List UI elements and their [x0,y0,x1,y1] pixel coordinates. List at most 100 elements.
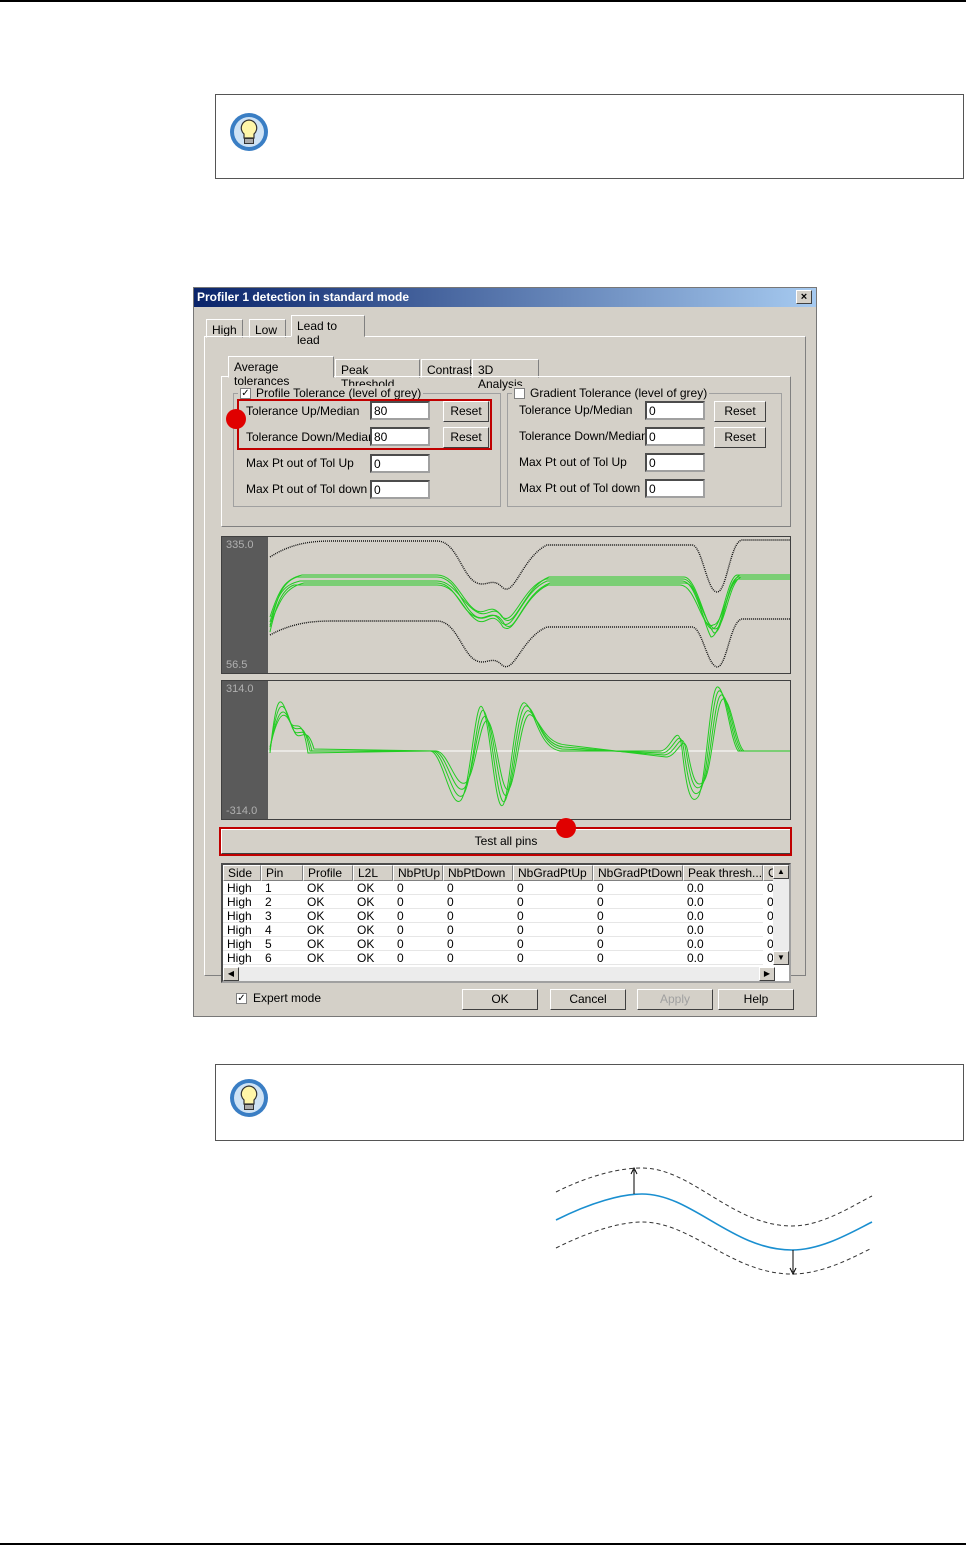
gradient-max-up-input[interactable]: 0 [645,453,705,472]
table-cell[interactable]: 0 [513,937,597,951]
table-header-cell[interactable]: Profile [303,865,353,881]
table-header-cell[interactable]: Pin [261,865,303,881]
table-cell[interactable]: OK [353,909,397,923]
profile-max-down-label: Max Pt out of Tol down [246,482,368,496]
table-cell[interactable]: 0 [443,881,517,895]
table-cell[interactable]: 0 [443,909,517,923]
table-cell[interactable]: 0.0 [683,895,767,909]
profile-max-up-input[interactable]: 0 [370,454,430,473]
expert-mode-option[interactable]: ✓ Expert mode [236,991,321,1005]
table-header-cell[interactable]: L2L [353,865,393,881]
table-cell[interactable]: 0 [513,881,597,895]
table-cell[interactable]: OK [353,937,397,951]
gradient-plot: 314.0 -314.0 [221,680,791,820]
scroll-left-icon[interactable]: ◀ [223,967,239,981]
table-cell[interactable]: 0 [393,895,447,909]
table-cell[interactable]: OK [303,937,357,951]
table-cell[interactable]: OK [353,923,397,937]
results-table[interactable]: Side Pin Profile L2L NbPtUp NbPtDown NbGradPtU… [221,863,791,983]
table-cell[interactable]: High [223,951,265,965]
table-header-cell[interactable]: NbPtUp [393,865,443,881]
table-cell[interactable]: 0.0 [683,909,767,923]
gradient-tol-up-reset-button[interactable]: Reset [714,401,766,422]
gradient-tolerance-checkbox[interactable] [514,387,525,399]
table-cell[interactable]: High [223,895,265,909]
table-cell[interactable]: 0.0 [683,951,767,965]
table-header-cell[interactable]: Side [223,865,261,881]
table-cell[interactable]: 0 [443,937,517,951]
table-cell[interactable]: 0 [393,909,447,923]
tab-average-tolerances[interactable]: Average tolerances [228,356,334,388]
vertical-scrollbar[interactable]: ▲ ▼ [773,865,789,965]
gradient-tol-up-input[interactable]: 0 [645,401,705,420]
table-cell[interactable]: 0 [393,937,447,951]
table-cell[interactable]: 0 [513,895,597,909]
table-cell[interactable]: 0 [443,895,517,909]
table-cell[interactable]: 0 [593,951,687,965]
tab-lead-to-lead[interactable]: Lead to lead [291,315,365,347]
table-cell[interactable]: OK [303,895,357,909]
table-cell[interactable]: 0 [593,895,687,909]
apply-button[interactable]: Apply [637,989,713,1010]
table-cell[interactable]: OK [303,923,357,937]
table-cell[interactable]: OK [353,895,397,909]
table-cell[interactable]: 5 [261,937,307,951]
gradient-max-up-label: Max Pt out of Tol Up [519,455,627,469]
tolerance-highlight-box [237,399,492,450]
help-button[interactable]: Help [718,989,794,1010]
gradient-tol-down-input[interactable]: 0 [645,427,705,446]
table-cell[interactable]: 0.0 [683,881,767,895]
table-cell[interactable]: OK [303,881,357,895]
cancel-button[interactable]: Cancel [550,989,626,1010]
table-cell[interactable]: 0.0 [683,937,767,951]
table-cell[interactable]: OK [353,881,397,895]
table-cell[interactable]: 0 [513,909,597,923]
table-cell[interactable]: 0 [513,923,597,937]
table-cell[interactable]: OK [353,951,397,965]
table-header-cell[interactable]: NbGradPtDown [593,865,683,881]
profile-max-down-input[interactable]: 0 [370,480,430,499]
table-cell[interactable]: 0 [593,923,687,937]
table-header-cell[interactable]: NbPtDown [443,865,513,881]
table-cell[interactable]: 3 [261,909,307,923]
scroll-down-icon[interactable]: ▼ [773,951,789,965]
table-cell[interactable]: 0.0 [683,923,767,937]
profile-tolerance-upper [269,539,790,593]
table-cell[interactable]: 4 [261,923,307,937]
gradient-max-down-input[interactable]: 0 [645,479,705,498]
table-cell[interactable]: 6 [261,951,307,965]
table-cell[interactable]: 0 [393,881,447,895]
table-cell[interactable]: High [223,937,265,951]
lower-tolerance-curve [555,1221,873,1275]
expert-mode-checkbox[interactable]: ✓ [236,992,247,1004]
scroll-right-icon[interactable]: ▶ [759,967,775,981]
table-cell[interactable]: 0 [443,951,517,965]
table-cell[interactable]: High [223,881,265,895]
table-cell[interactable]: 0 [593,909,687,923]
gradient-tol-up-label: Tolerance Up/Median [519,403,633,417]
table-cell[interactable]: 0 [513,951,597,965]
table-cell[interactable]: OK [303,951,357,965]
table-cell[interactable]: 0 [593,881,687,895]
table-cell[interactable]: High [223,923,265,937]
close-icon[interactable]: × [796,290,812,304]
page-top-rule [0,0,966,2]
tolerance-diagram [555,1166,873,1276]
table-header-cell[interactable]: NbGradPtUp [513,865,593,881]
callout-marker-1 [226,409,246,429]
table-cell[interactable]: OK [303,909,357,923]
table-cell[interactable]: 2 [261,895,307,909]
table-cell[interactable]: High [223,909,265,923]
callout-marker-2 [556,818,576,838]
profile-tolerance-checkbox[interactable]: ✓ [240,387,251,399]
table-cell[interactable]: 0 [393,923,447,937]
table-cell[interactable]: 0 [443,923,517,937]
table-cell[interactable]: 1 [261,881,307,895]
scroll-up-icon[interactable]: ▲ [773,865,789,879]
horizontal-scrollbar[interactable]: ◀ ▶ [223,967,775,981]
ok-button[interactable]: OK [462,989,538,1010]
table-header-cell[interactable]: Peak thresh... [683,865,763,881]
gradient-tol-down-reset-button[interactable]: Reset [714,427,766,448]
table-cell[interactable]: 0 [393,951,447,965]
table-cell[interactable]: 0 [593,937,687,951]
